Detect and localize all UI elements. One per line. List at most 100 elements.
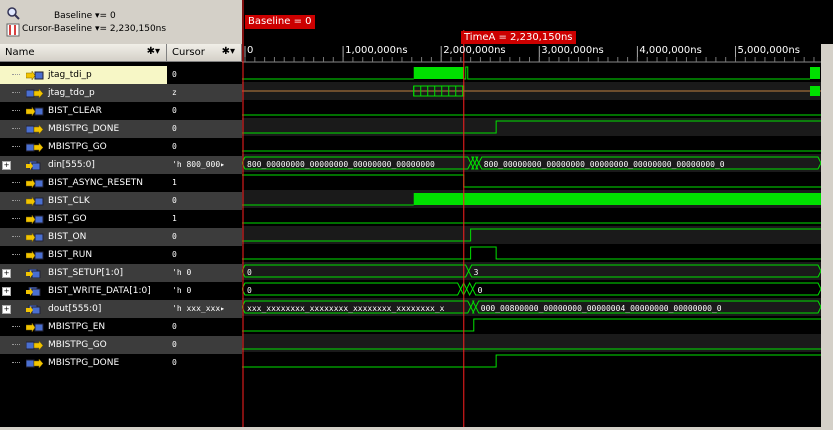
wave-segment [242,318,833,332]
cursor-baseline-label[interactable]: Cursor-Baseline ▾= 2,230,150ns [22,24,166,34]
signal-row[interactable]: MBISTPG_DONE [0,354,167,372]
bus-signal-icon [26,287,41,296]
cursor-value-cell: 0 [167,228,242,246]
signal-row[interactable]: MBISTPG_GO [0,336,167,354]
cursor-value-column: Cursor ✱▾ 0 z 0 0 0 'h 800_000▸ 1 0 1 0 0 'h 0 'h 0 '… [167,44,242,427]
cursor-value-cell: 0 [167,246,242,264]
signal-row[interactable]: + din[555:0] [0,156,167,174]
cursor-time-tag[interactable]: TimeA = 2,230,150ns [461,31,576,44]
tree-connector [12,92,20,93]
timeline-tick-label: 1,000,000ns [345,45,408,56]
cursor-value-cell: 0 [167,138,242,156]
cursor-value: 0 [172,340,177,349]
cursor-value-cell: 0 [167,318,242,336]
tree-connector [12,146,20,147]
cursor-value: 0 [172,250,177,259]
cursor-value: 'h 0 [172,268,192,277]
cursor-value: 'h 800_000▸ [172,160,225,169]
gear-icon[interactable]: ✱▾ [147,46,160,57]
signal-name: BIST_WRITE_DATA[1:0] [48,286,151,296]
cursor-value: 0 [172,232,177,241]
signal-name: jtag_tdi_p [48,70,92,80]
expand-toggle[interactable]: + [2,269,11,278]
cursor-value: 0 [172,106,177,115]
input-port-icon [26,233,44,242]
tree-connector [12,218,20,219]
activity-block [810,67,820,79]
activity-block [413,67,464,79]
signal-row[interactable]: BIST_ON [0,228,167,246]
cursor-value-cell: 0 [167,336,242,354]
cursor-value-cell: 1 [167,210,242,228]
bus-signal-icon [26,269,41,278]
baseline-label[interactable]: Baseline ▾= 0 [54,11,116,21]
signal-row[interactable]: MBISTPG_GO [0,138,167,156]
clock-block [413,193,821,205]
tree-connector [12,128,20,129]
gear-icon[interactable]: ✱▾ [222,46,235,57]
cursor-value: 1 [172,214,177,223]
cursor-value-cell: 0 [167,120,242,138]
output-port-icon [26,359,44,368]
signal-name-column: Name ✱▾ jtag_tdi_p jtag_tdo_p BIST_CLEAR MB… [0,44,167,427]
wave-segment [242,174,833,188]
output-port-icon [26,125,44,134]
bus-segment [466,281,474,297]
bus-segment [472,282,822,296]
output-port-icon [26,341,44,350]
expand-toggle[interactable]: + [2,287,11,296]
cursor-baseline-icon[interactable] [6,23,20,37]
bus-value-label: 0 [478,286,483,295]
search-icon[interactable] [6,6,20,20]
cursor-column-header[interactable]: Cursor ✱▾ [167,44,242,62]
tree-connector [12,74,20,75]
cursor-header-label: Cursor [172,47,205,58]
signal-row[interactable]: BIST_CLK [0,192,167,210]
signal-row[interactable]: BIST_RUN [0,246,167,264]
wave-segment [242,354,833,368]
name-column-header[interactable]: Name ✱▾ [0,44,167,62]
signal-name: BIST_ON [48,232,87,242]
input-port-icon [26,107,44,116]
baseline-tag[interactable]: Baseline = 0 [245,15,315,29]
signal-row[interactable]: + dout[555:0] [0,300,167,318]
signal-row[interactable]: BIST_GO [0,210,167,228]
bus-value-label: 000_00800000_00000000_00000004_00000000_… [481,304,722,313]
cursor-value-cell: 'h 0 [167,282,242,300]
bus-signal-icon [26,161,41,170]
signal-name: BIST_ASYNC_RESETN [48,178,143,188]
bus-segment [241,282,462,296]
signal-row[interactable]: jtag_tdi_p [0,66,167,84]
signal-row[interactable]: + BIST_SETUP[1:0] [0,264,167,282]
cursor-value-cell: z [167,84,242,102]
timeline-tick-label: 2,000,000ns [443,45,506,56]
cursor-value-cell: 'h 0 [167,264,242,282]
signal-name: MBISTPG_EN [48,322,106,332]
output-port-icon [26,143,44,152]
signal-row[interactable]: + BIST_WRITE_DATA[1:0] [0,282,167,300]
signal-row[interactable]: BIST_ASYNC_RESETN [0,174,167,192]
expand-toggle[interactable]: + [2,305,11,314]
signal-name: MBISTPG_DONE [48,124,120,134]
signal-name: MBISTPG_GO [48,340,107,350]
signal-name: MBISTPG_DONE [48,358,120,368]
signal-row[interactable]: MBISTPG_EN [0,318,167,336]
wave-segment [463,66,810,80]
bus-value-label: 800_00000000_00000000_00000000_00000000_… [484,160,725,169]
bus-value-label: xxx_xxxxxxxx_xxxxxxxx_xxxxxxxx_xxxxxxxx_… [247,304,445,313]
signal-name: BIST_RUN [48,250,93,260]
bus-value-label: 800_00000000_00000000_00000000_00000000 [247,160,435,169]
signal-row[interactable]: BIST_CLEAR [0,102,167,120]
waveform-viewer[interactable]: 800_00000000_00000000_00000000_00000000 8… [241,0,833,427]
timeline-tick-label: 5,000,000ns [737,45,800,56]
cursor-value: 0 [172,196,177,205]
waveform-canvas[interactable]: 800_00000000_00000000_00000000_00000000 8… [241,0,833,427]
expand-toggle[interactable]: + [2,161,11,170]
signal-name: MBISTPG_GO [48,142,107,152]
tree-connector [12,254,20,255]
input-port-icon [26,179,44,188]
signal-row[interactable]: jtag_tdo_p [0,84,167,102]
signal-row[interactable]: MBISTPG_DONE [0,120,167,138]
cursor-value-cell: 1 [167,174,242,192]
tree-connector [12,182,20,183]
